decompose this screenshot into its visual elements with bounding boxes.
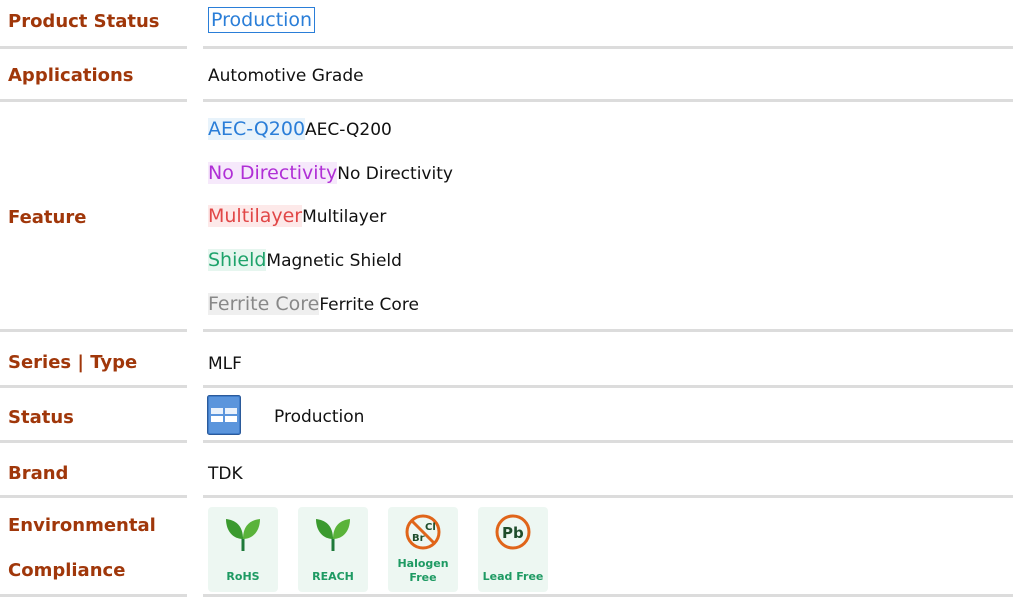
- feature-text: Ferrite Core: [319, 295, 419, 315]
- environmental-label-line2: Compliance: [8, 560, 126, 581]
- feature-tag: Shield: [208, 249, 267, 271]
- rohs-badge: RoHS: [208, 507, 278, 592]
- lead-free-caption: Lead Free: [482, 570, 544, 583]
- feature-tag: Ferrite Core: [208, 293, 320, 315]
- rohs-caption: RoHS: [226, 570, 260, 583]
- lead-symbol: Pb: [502, 524, 524, 542]
- status-label: Status: [8, 407, 74, 428]
- feature-text: No Directivity: [337, 164, 453, 184]
- feature-tag: No Directivity: [208, 162, 338, 184]
- leaf-icon: [316, 519, 350, 551]
- feature-text: AEC-Q200: [305, 120, 392, 140]
- feature-tag: AEC-Q200: [208, 118, 306, 140]
- leaf-icon: [226, 519, 260, 551]
- divider: [203, 99, 1013, 102]
- status-value: Production: [274, 407, 365, 427]
- series-type-label: Series | Type: [8, 352, 138, 373]
- divider: [0, 385, 187, 388]
- product-status-link[interactable]: Production: [208, 7, 316, 33]
- feature-item-ferrite-core: Ferrite CoreFerrite Core: [208, 293, 419, 315]
- divider: [0, 329, 187, 332]
- halogen-free-icon: Cl Br: [405, 514, 441, 550]
- divider: [203, 329, 1013, 332]
- feature-item-multilayer: MultilayerMultilayer: [208, 205, 386, 227]
- bromine-symbol: Br: [412, 533, 425, 544]
- feature-label: Feature: [8, 207, 87, 228]
- series-type-value: MLF: [208, 354, 242, 374]
- environmental-label-line1: Environmental: [8, 515, 156, 536]
- divider: [203, 440, 1013, 443]
- lead-free-badge: Pb Lead Free: [478, 507, 548, 592]
- divider: [0, 495, 187, 498]
- brand-label: Brand: [8, 463, 69, 484]
- applications-label: Applications: [8, 65, 134, 86]
- feature-item-no-directivity: No DirectivityNo Directivity: [208, 162, 453, 184]
- halogen-caption-line2: Free: [409, 571, 437, 584]
- chlorine-symbol: Cl: [425, 522, 436, 533]
- reach-badge: REACH: [298, 507, 368, 592]
- lead-free-icon: Pb: [495, 514, 531, 550]
- feature-tag: Multilayer: [208, 205, 303, 227]
- feature-text: Magnetic Shield: [266, 251, 402, 271]
- divider: [203, 46, 1013, 49]
- divider: [0, 99, 187, 102]
- feature-text: Multilayer: [302, 207, 387, 227]
- production-status-icon: [207, 395, 241, 435]
- applications-value: Automotive Grade: [208, 66, 364, 86]
- brand-value: TDK: [208, 464, 243, 484]
- divider: [203, 385, 1013, 388]
- feature-item-shield: ShieldMagnetic Shield: [208, 249, 402, 271]
- reach-caption: REACH: [312, 570, 354, 583]
- product-status-label: Product Status: [8, 11, 160, 32]
- halogen-free-badge: Cl Br Halogen Free: [388, 507, 458, 592]
- halogen-caption-line1: Halogen: [397, 557, 449, 570]
- divider: [0, 440, 187, 443]
- feature-item-aec-q200: AEC-Q200AEC-Q200: [208, 118, 392, 140]
- product-status-value[interactable]: Production: [208, 7, 316, 33]
- divider: [0, 46, 187, 49]
- divider: [203, 495, 1013, 498]
